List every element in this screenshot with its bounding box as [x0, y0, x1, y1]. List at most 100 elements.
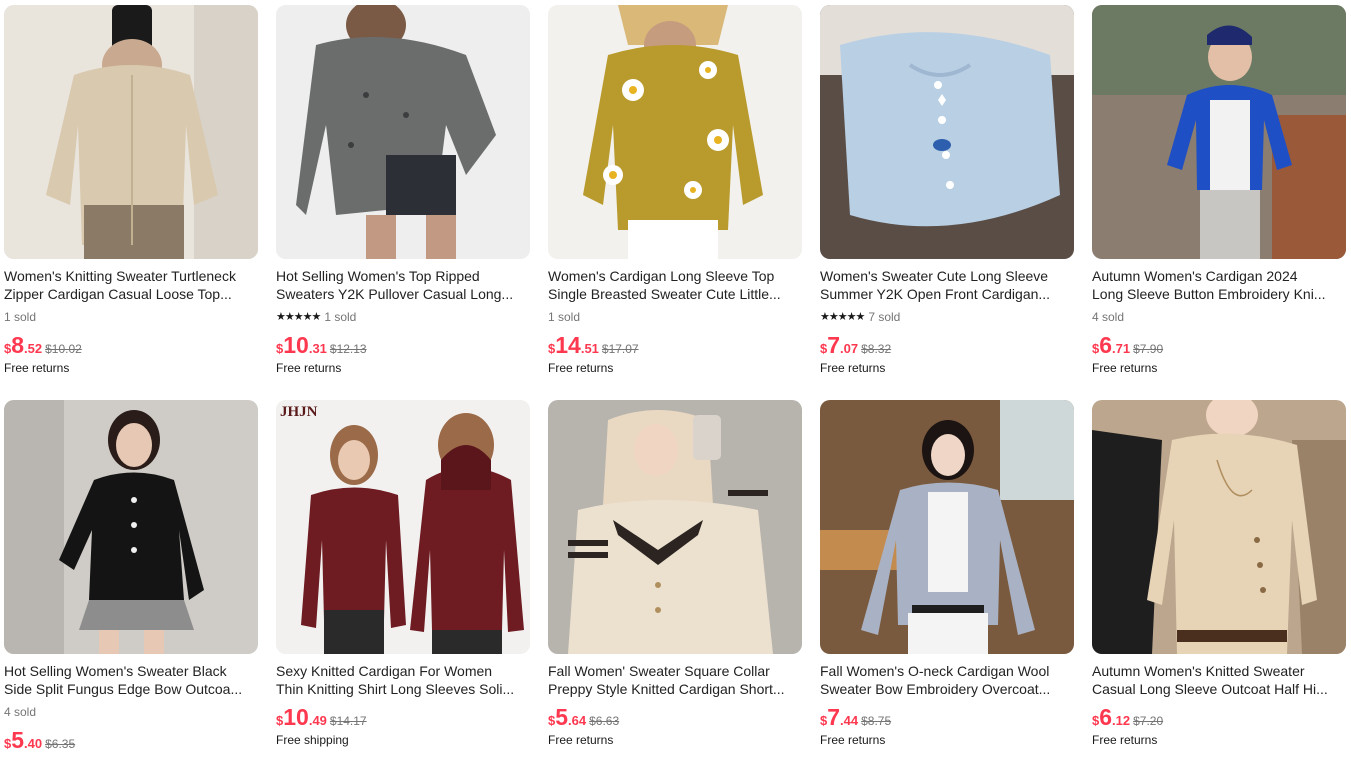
product-card[interactable]: Autumn Women's Cardigan 2024 Long Sleeve…: [1092, 5, 1346, 376]
product-card[interactable]: Women's Cardigan Long Sleeve Top Single …: [548, 5, 802, 376]
product-title-line: Long Sleeve Button Embroidery Kni...: [1092, 286, 1326, 302]
product-card[interactable]: Fall Women' Sweater Square Collar Preppy…: [548, 400, 802, 748]
product-title-line: Casual Long Sleeve Outcoat Half Hi...: [1092, 681, 1328, 697]
product-image[interactable]: [820, 400, 1074, 654]
price-currency: $: [820, 713, 828, 728]
product-image[interactable]: [548, 400, 802, 654]
price-decimal: .07: [840, 341, 859, 356]
sold-count: 1 sold: [4, 310, 37, 324]
price-row: $ 10 .49 $14.17: [276, 705, 530, 729]
product-image-cardigan: JHJN: [276, 400, 530, 654]
price-integer: 7: [827, 332, 841, 358]
product-card[interactable]: Women's Knitting Sweater Turtleneck Zipp…: [4, 5, 258, 376]
price-decimal: .31: [308, 341, 327, 356]
price-currency: $: [820, 341, 828, 356]
product-title-line: Fall Women' Sweater Square Collar: [548, 663, 770, 679]
product-card[interactable]: Hot Selling Women's Top Ripped Sweaters …: [276, 5, 530, 376]
price-integer: 5: [11, 727, 25, 753]
original-price: $6.35: [45, 737, 76, 751]
product-image[interactable]: [276, 5, 530, 259]
product-card[interactable]: Autumn Women's Knitted Sweater Casual Lo…: [1092, 400, 1346, 748]
product-image-cardigan: [820, 400, 1074, 654]
shipping-info: Free returns: [1092, 733, 1158, 747]
price-currency: $: [4, 736, 12, 751]
shipping-info: Free returns: [820, 733, 886, 747]
price-row: $ 7 .44 $8.75: [820, 705, 1074, 729]
product-grid: Women's Knitting Sweater Turtleneck Zipp…: [0, 0, 1351, 761]
price-integer: 8: [11, 332, 25, 358]
product-image-sweater: [276, 5, 530, 259]
price-currency: $: [276, 713, 284, 728]
price-decimal: .51: [580, 341, 599, 356]
price-integer: 5: [555, 704, 569, 730]
product-title-line: Women's Knitting Sweater Turtleneck: [4, 268, 236, 284]
price-row: $ 6 .12 $7.20: [1092, 705, 1346, 729]
product-title[interactable]: Sexy Knitted Cardigan For Women Thin Kni…: [276, 662, 530, 698]
price-currency: $: [548, 713, 556, 728]
product-title[interactable]: Autumn Women's Cardigan 2024 Long Sleeve…: [1092, 267, 1346, 303]
product-title-line: Thin Knitting Shirt Long Sleeves Soli...: [276, 681, 515, 697]
sold-count: 1 sold: [548, 310, 581, 324]
product-title-line: Women's Cardigan Long Sleeve Top: [548, 268, 775, 284]
product-title-line: Hot Selling Women's Top Ripped: [276, 268, 480, 284]
price-decimal: .64: [568, 713, 587, 728]
product-title[interactable]: Fall Women's O-neck Cardigan Wool Sweate…: [820, 662, 1074, 698]
rating-stars-icon: ★★★★★: [276, 311, 321, 323]
original-price: $8.75: [861, 714, 892, 728]
original-price: $12.13: [329, 342, 367, 356]
product-title-line: Hot Selling Women's Sweater Black: [4, 663, 227, 679]
sold-count: 7 sold: [868, 310, 901, 324]
product-image[interactable]: [820, 5, 1074, 259]
product-card[interactable]: Women's Sweater Cute Long Sleeve Summer …: [820, 5, 1074, 376]
price-currency: $: [276, 341, 284, 356]
product-title[interactable]: Hot Selling Women's Sweater Black Side S…: [4, 662, 258, 698]
product-image[interactable]: JHJN: [276, 400, 530, 654]
sold-count: 4 sold: [1092, 310, 1125, 324]
product-image-cardigan: [1092, 5, 1346, 259]
product-title-line: Autumn Women's Cardigan 2024: [1092, 268, 1298, 284]
product-title-line: Fall Women's O-neck Cardigan Wool: [820, 663, 1050, 679]
shipping-info: Free returns: [548, 361, 614, 375]
price-row: $ 5 .64 $6.63: [548, 705, 802, 729]
original-price: $7.90: [1133, 342, 1164, 356]
price-decimal: .12: [1112, 713, 1131, 728]
product-image[interactable]: [4, 5, 258, 259]
product-title-line: Women's Sweater Cute Long Sleeve: [820, 268, 1049, 284]
brand-logo: JHJN: [280, 404, 318, 420]
product-title-line: Single Breasted Sweater Cute Little...: [548, 286, 781, 302]
price-decimal: .40: [24, 736, 43, 751]
original-price: $7.20: [1133, 714, 1164, 728]
product-image[interactable]: [548, 5, 802, 259]
shipping-info: Free returns: [820, 361, 886, 375]
product-card[interactable]: Hot Selling Women's Sweater Black Side S…: [4, 400, 258, 752]
product-title[interactable]: Women's Knitting Sweater Turtleneck Zipp…: [4, 267, 258, 303]
product-title[interactable]: Women's Sweater Cute Long Sleeve Summer …: [820, 267, 1074, 303]
product-title-line: Side Split Fungus Edge Bow Outcoa...: [4, 681, 243, 697]
price-integer: 6: [1099, 332, 1113, 358]
product-title[interactable]: Fall Women' Sweater Square Collar Preppy…: [548, 662, 802, 698]
product-image[interactable]: [1092, 400, 1346, 654]
product-title[interactable]: Hot Selling Women's Top Ripped Sweaters …: [276, 267, 530, 303]
price-decimal: .71: [1112, 341, 1131, 356]
product-card[interactable]: Fall Women's O-neck Cardigan Wool Sweate…: [820, 400, 1074, 748]
product-image-sweater: [4, 400, 258, 654]
sold-count: 4 sold: [4, 705, 37, 719]
product-title[interactable]: Autumn Women's Knitted Sweater Casual Lo…: [1092, 662, 1346, 698]
price-currency: $: [1092, 713, 1100, 728]
product-title-line: Preppy Style Knitted Cardigan Short...: [548, 681, 785, 697]
product-meta: ★★★★★ 7 sold: [820, 310, 1074, 325]
original-price: $14.17: [329, 714, 367, 728]
shipping-info: Free shipping: [276, 733, 349, 747]
sold-count: 1 sold: [324, 310, 357, 324]
product-image[interactable]: [4, 400, 258, 654]
price-row: $ 8 .52 $10.02: [4, 333, 258, 357]
product-card[interactable]: JHJN Sexy Knitted Cardigan For Women Thi…: [276, 400, 530, 748]
product-title-line: Autumn Women's Knitted Sweater: [1092, 663, 1305, 679]
price-row: $ 5 .40 $6.35: [4, 728, 258, 752]
price-row: $ 7 .07 $8.32: [820, 333, 1074, 357]
product-image-sweater: [1092, 400, 1346, 654]
original-price: $17.07: [601, 342, 639, 356]
product-title[interactable]: Women's Cardigan Long Sleeve Top Single …: [548, 267, 802, 303]
product-image[interactable]: [1092, 5, 1346, 259]
price-decimal: .44: [840, 713, 859, 728]
